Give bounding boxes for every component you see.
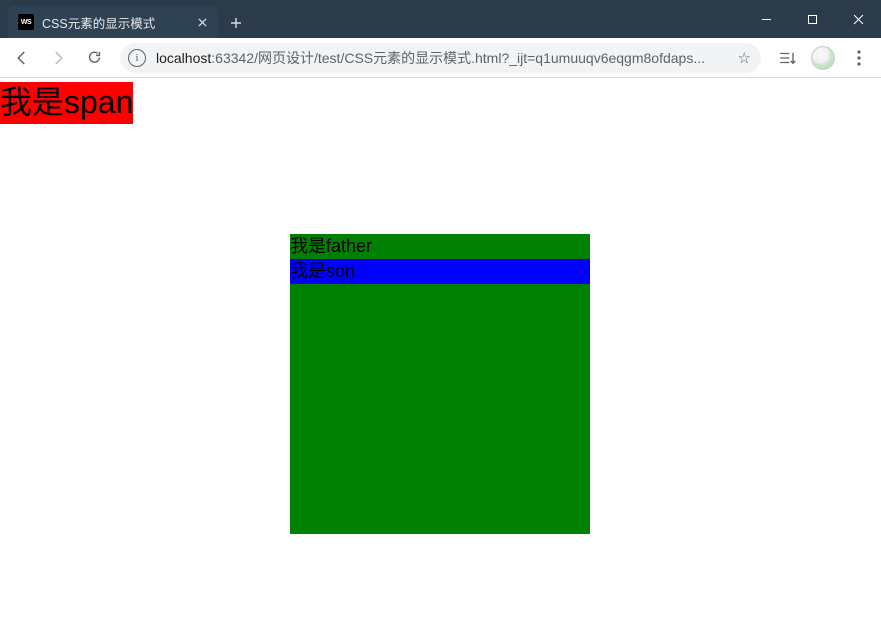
reader-mode-icon[interactable] — [771, 42, 803, 74]
titlebar-drag-region — [250, 0, 743, 38]
forward-button[interactable] — [42, 42, 74, 74]
reload-button[interactable] — [78, 42, 110, 74]
window-minimize-button[interactable] — [743, 0, 789, 38]
back-button[interactable] — [6, 42, 38, 74]
window-maximize-button[interactable] — [789, 0, 835, 38]
father-label: 我是father — [290, 234, 590, 259]
browser-toolbar: i localhost:63342/网页设计/test/CSS元素的显示模式.h… — [0, 38, 881, 78]
site-info-icon[interactable]: i — [128, 49, 146, 67]
close-tab-icon[interactable] — [194, 14, 210, 30]
blue-son-block: 我是son — [290, 259, 590, 284]
red-span-element: 我是span — [0, 82, 133, 124]
bookmark-star-icon[interactable]: ☆ — [738, 49, 751, 67]
profile-avatar[interactable] — [807, 42, 839, 74]
url-host: localhost — [156, 50, 211, 66]
url-path: /网页设计/test/CSS元素的显示模式.html?_ijt=q1umuuqv… — [254, 50, 705, 66]
browser-menu-button[interactable] — [843, 42, 875, 74]
browser-tab[interactable]: WS CSS元素的显示模式 — [8, 6, 218, 38]
new-tab-button[interactable] — [222, 8, 250, 38]
green-father-block: 我是father 我是son — [290, 234, 590, 534]
window-close-button[interactable] — [835, 0, 881, 38]
url-text: localhost:63342/网页设计/test/CSS元素的显示模式.htm… — [156, 48, 732, 68]
tab-favicon: WS — [18, 14, 34, 30]
avatar-icon — [811, 46, 835, 70]
page-viewport: 我是span 我是father 我是son — [0, 78, 881, 636]
tab-title: CSS元素的显示模式 — [42, 13, 186, 32]
window-controls — [743, 0, 881, 38]
url-port: :63342 — [211, 50, 254, 66]
address-bar[interactable]: i localhost:63342/网页设计/test/CSS元素的显示模式.h… — [120, 43, 761, 73]
window-titlebar: WS CSS元素的显示模式 — [0, 0, 881, 38]
